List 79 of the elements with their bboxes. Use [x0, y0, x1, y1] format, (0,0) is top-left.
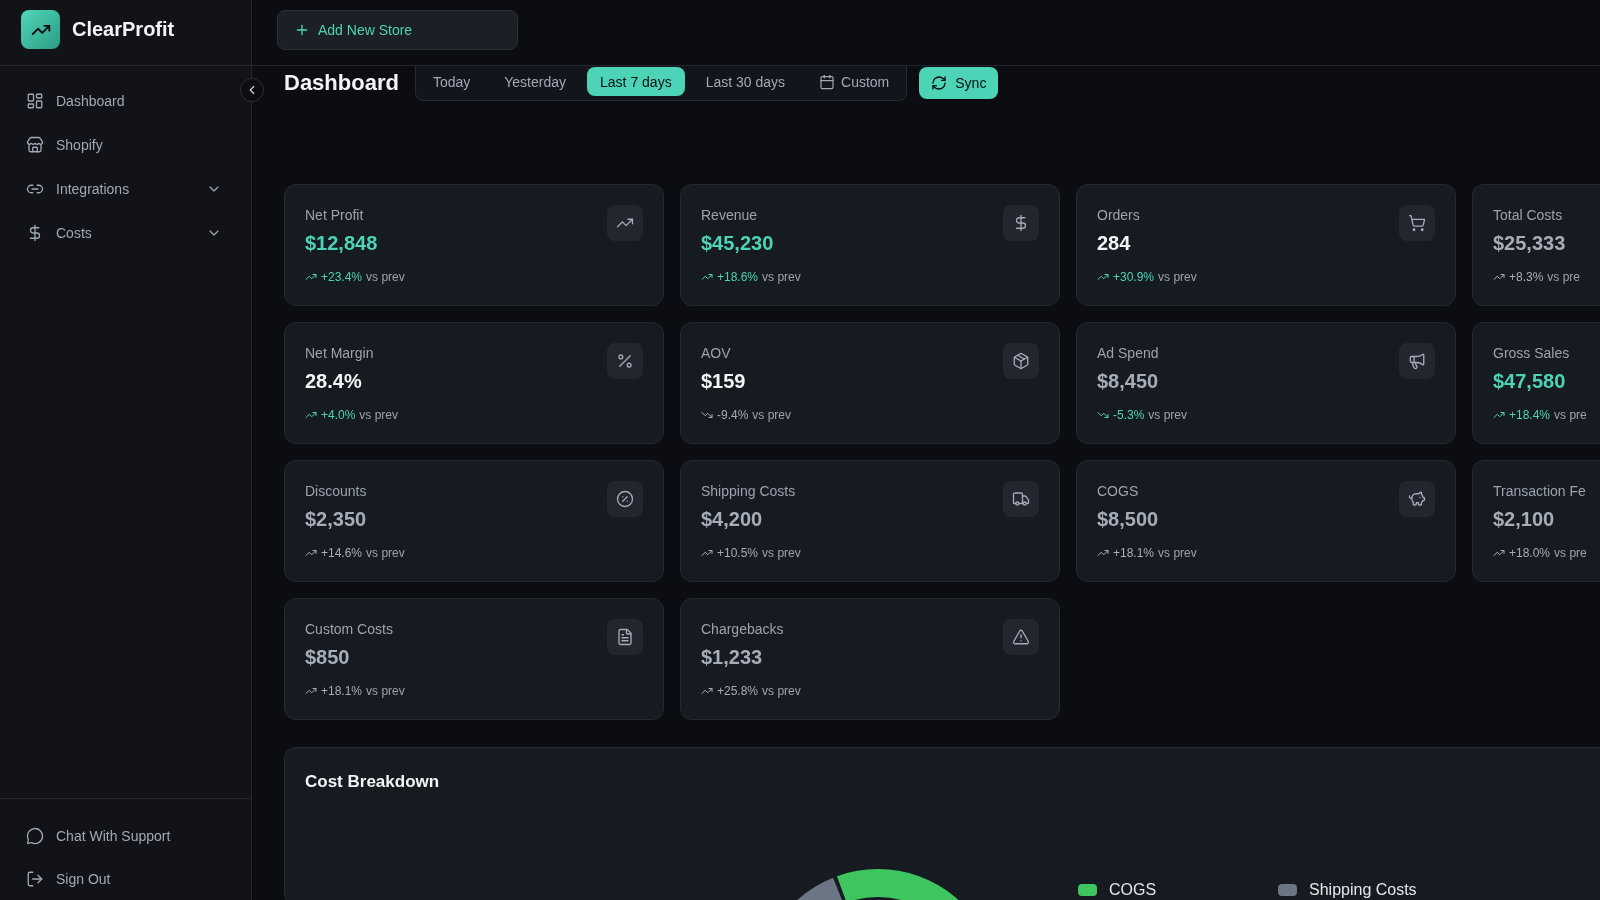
change-text: -5.3% vs prev [1113, 407, 1188, 423]
change-text: +25.8% vs prev [717, 683, 801, 699]
megaphone-icon [1399, 343, 1435, 379]
metric-label: Net Margin [305, 344, 375, 363]
panel-title: Cost Breakdown [305, 771, 441, 793]
cart-icon [1399, 205, 1435, 241]
piggy-bank-icon [1399, 481, 1435, 517]
metric-label: Transaction Fe [1493, 482, 1587, 501]
change-text: -9.4% vs prev [717, 407, 792, 423]
metric-label: COGS [1097, 482, 1140, 501]
metric-value: $2,100 [1493, 507, 1556, 532]
metric-value: $8,500 [1097, 507, 1160, 532]
change-text: +18.6% vs prev [717, 269, 801, 285]
date-range-tab[interactable]: Last 7 days [587, 67, 685, 96]
store-icon [26, 136, 44, 154]
brand-name: ClearProfit [72, 17, 175, 41]
date-range-tab[interactable]: Last 30 days [692, 67, 799, 96]
logout-icon [26, 869, 44, 888]
date-range-tab[interactable]: Today [419, 67, 484, 96]
change-text: +8.3% vs pre [1509, 269, 1581, 285]
metric-value: $12,848 [305, 231, 379, 256]
sidebar-item[interactable]: Shopify [12, 123, 239, 167]
add-store-button[interactable]: Add New Store [277, 10, 518, 50]
plus-icon [294, 22, 310, 38]
metric-label: Total Costs [1493, 206, 1564, 225]
metric-value: $1,233 [701, 645, 764, 670]
metric-label: Net Profit [305, 206, 365, 225]
metric-label: Orders [1097, 206, 1141, 225]
date-range-tab[interactable]: Custom [806, 67, 903, 96]
metric-value: $47,580 [1493, 369, 1567, 394]
truck-icon [1003, 481, 1039, 517]
warning-icon [1003, 619, 1039, 655]
metric-value: $850 [305, 645, 351, 670]
metric-label: Shipping Costs [701, 482, 797, 501]
metric-value: 28.4% [305, 369, 363, 394]
dollar-icon [1003, 205, 1039, 241]
metric-value: $8,450 [1097, 369, 1160, 394]
calendar-icon [819, 73, 836, 90]
legend-label: Shipping Costs [1309, 880, 1417, 900]
logo-icon [21, 10, 60, 49]
metric-value: $4,200 [701, 507, 764, 532]
sidebar-item[interactable]: Integrations [12, 167, 239, 211]
change-text: +10.5% vs prev [717, 545, 801, 561]
metric-value: $25,333 [1493, 231, 1567, 256]
change-text: +18.1% vs prev [1113, 545, 1197, 561]
percent-icon [607, 343, 643, 379]
sidebar-item[interactable]: Dashboard [12, 79, 239, 123]
sidebar-item[interactable]: Chat With Support [12, 814, 239, 857]
chat-bubble-icon [26, 826, 44, 845]
metric-label: Ad Spend [1097, 344, 1160, 363]
metric-value: $2,350 [305, 507, 368, 532]
metric-value: $45,230 [701, 231, 775, 256]
metric-label: Gross Sales [1493, 344, 1571, 363]
metric-value: 284 [1097, 231, 1132, 256]
change-text: +4.0% vs prev [321, 407, 399, 423]
metric-label: AOV [701, 344, 732, 363]
collapse-sidebar-button[interactable] [240, 78, 264, 102]
metric-label: Custom Costs [305, 620, 394, 639]
sidebar-item[interactable]: Sign Out [12, 857, 239, 900]
refresh-icon [931, 75, 948, 91]
date-range-tab[interactable]: Yesterday [491, 67, 580, 96]
change-text: +18.0% vs pre [1509, 545, 1587, 561]
change-text: +14.6% vs prev [321, 545, 405, 561]
trending-up-icon [607, 205, 643, 241]
page-title: Dashboard [284, 69, 399, 97]
document-icon [607, 619, 643, 655]
metric-label: Chargebacks [701, 620, 785, 639]
change-text: +23.4% vs prev [321, 269, 405, 285]
change-text: +18.1% vs prev [321, 683, 405, 699]
metric-label: Revenue [701, 206, 759, 225]
package-icon [1003, 343, 1039, 379]
legend-label: COGS [1109, 880, 1157, 900]
metric-label: Discounts [305, 482, 368, 501]
sidebar-item[interactable]: Costs [12, 211, 239, 255]
metric-value: $159 [701, 369, 747, 394]
change-text: +18.4% vs pre [1509, 407, 1587, 423]
sync-button[interactable]: Sync [919, 67, 999, 99]
change-text: +30.9% vs prev [1113, 269, 1197, 285]
dashboard-icon [26, 92, 44, 110]
